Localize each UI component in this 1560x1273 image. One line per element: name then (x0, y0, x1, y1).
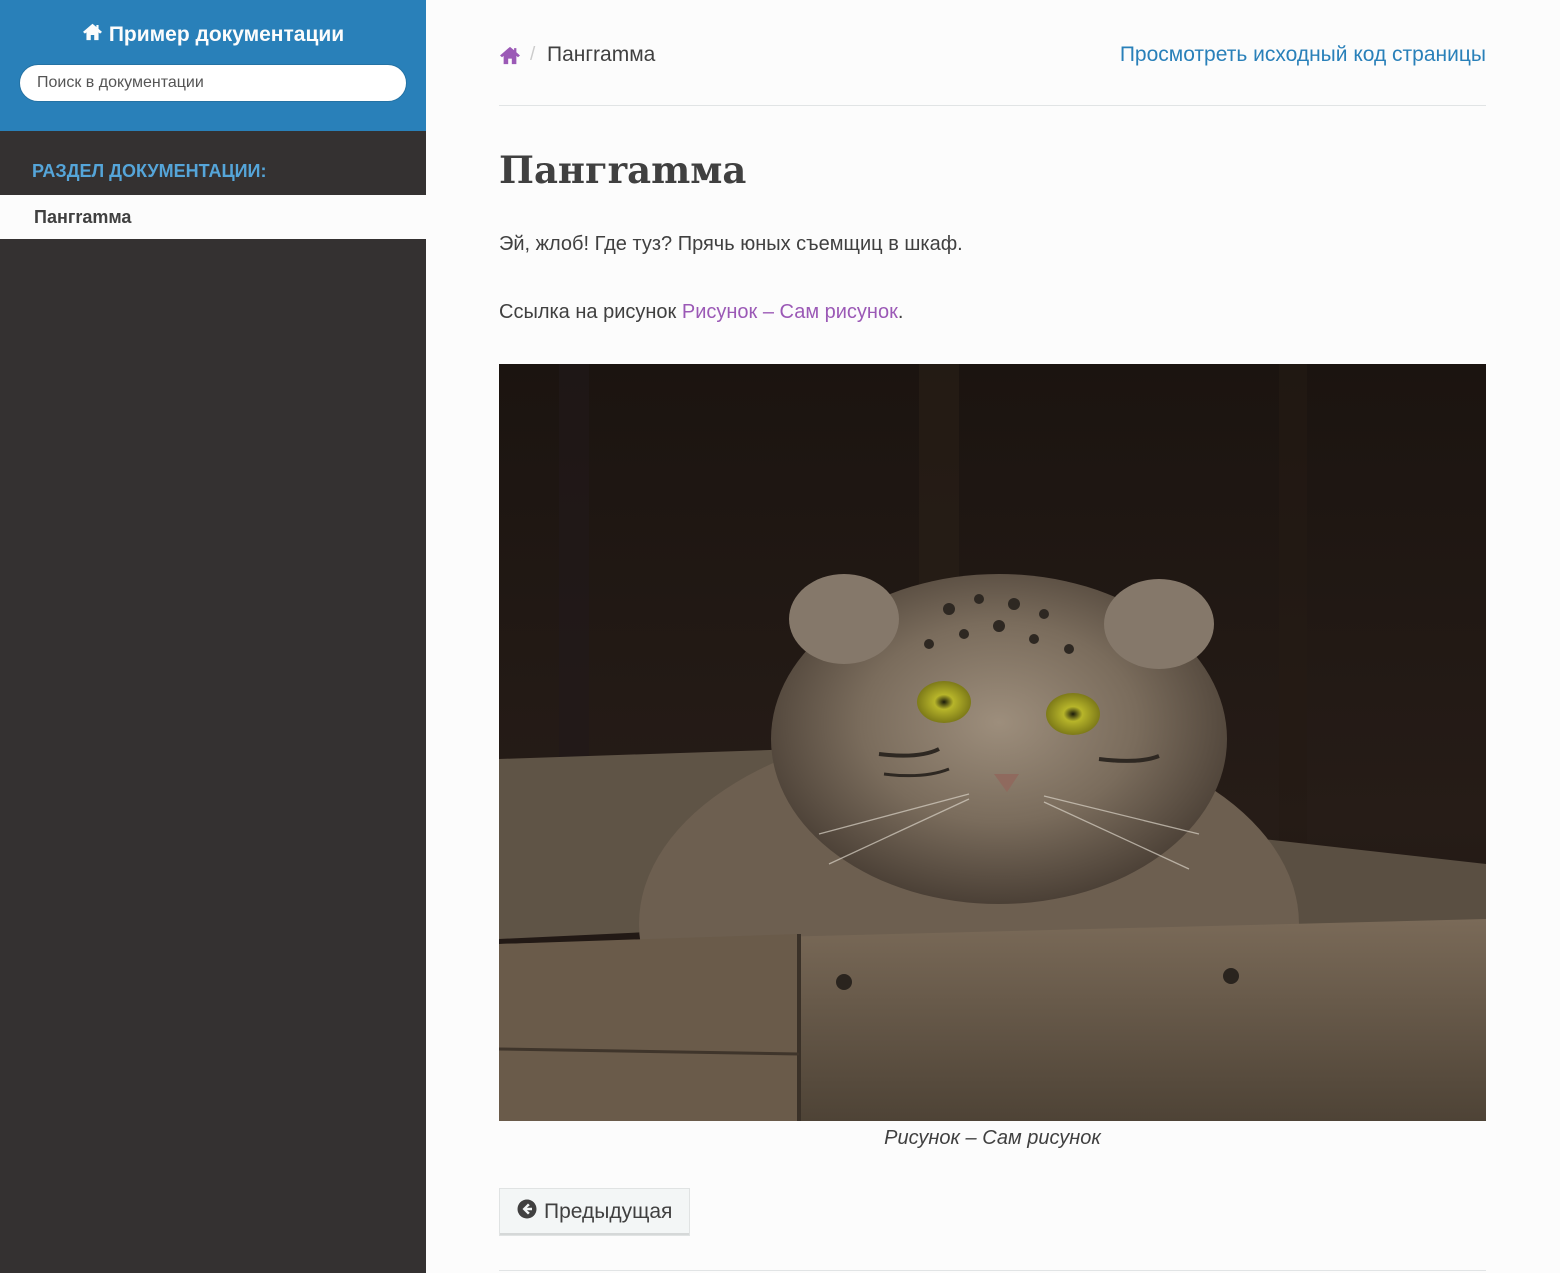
figure: Рисунок – Сам рисунок (499, 364, 1486, 1150)
breadcrumb-current: Пангramма (547, 43, 656, 66)
view-source-link[interactable]: Просмотреть исходный код страницы (1120, 43, 1486, 67)
breadcrumb-separator: / (530, 44, 536, 65)
sidebar: Пример документации Раздел документации:… (0, 0, 426, 1273)
previous-page-button[interactable]: Предыдущая (499, 1188, 691, 1236)
brand-link[interactable]: Пример документации (82, 22, 344, 47)
figure-ref-prefix: Ссылка на рисунок (499, 301, 682, 323)
figure-caption: Рисунок – Сам рисунок (884, 1127, 1101, 1149)
figure-reference: Ссылка на рисунок Рисунок – Сам рисунок. (499, 298, 1486, 326)
breadcrumb: / Пангramма Просмотреть исходный код стр… (499, 0, 1486, 106)
pangram-text: Эй, жлоб! Где туз? Прячь юных съемщиц в … (499, 233, 963, 255)
sidebar-header: Пример документации (0, 0, 426, 131)
brand-title: Пример документации (108, 22, 345, 46)
home-icon (82, 22, 103, 47)
breadcrumb-home-icon[interactable] (499, 45, 521, 65)
sidebar-caption: Раздел документации: (32, 161, 267, 181)
sidebar-item-current[interactable]: Пангramма (0, 195, 426, 239)
page-title: Пангramма (499, 148, 747, 192)
footer-divider (499, 1270, 1486, 1271)
arrow-circle-left-icon (517, 1199, 537, 1225)
figure-ref-link[interactable]: Рисунок – Сам рисунок (682, 301, 898, 323)
main-content: / Пангramма Просмотреть исходный код стр… (499, 0, 1486, 1236)
search-input[interactable] (19, 64, 407, 102)
previous-button-label: Предыдущая (544, 1200, 673, 1223)
figure-ref-suffix: . (897, 301, 904, 323)
manul-cat-photo (499, 364, 1486, 1121)
